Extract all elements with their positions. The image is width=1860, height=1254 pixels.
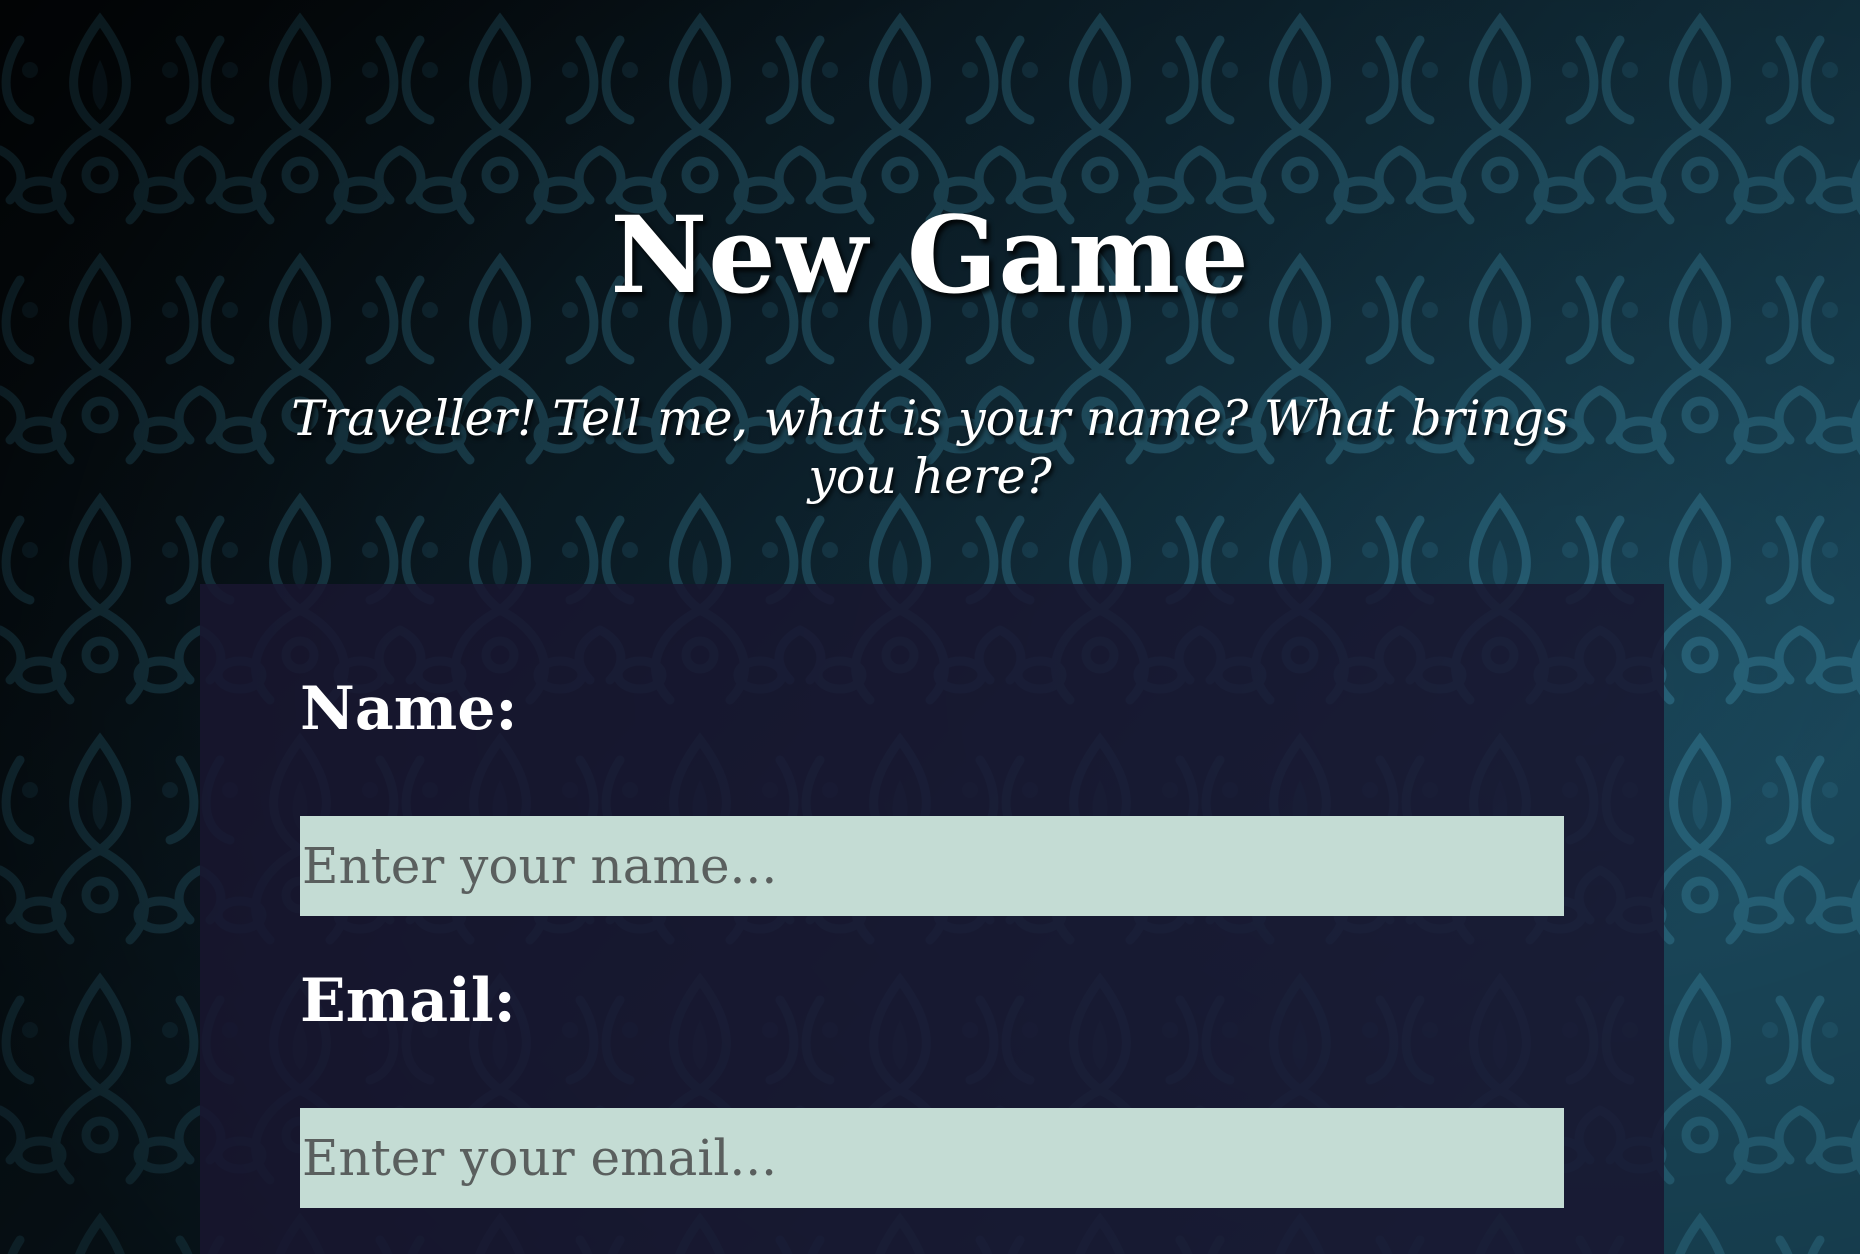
page-title: New Game bbox=[610, 192, 1250, 317]
email-label: Email: bbox=[300, 966, 516, 1036]
new-game-form-panel: Name: Email: bbox=[200, 584, 1664, 1254]
page-subtitle: Traveller! Tell me, what is your name? W… bbox=[291, 390, 1569, 505]
name-input[interactable] bbox=[300, 816, 1564, 916]
email-input[interactable] bbox=[300, 1108, 1564, 1208]
name-label: Name: bbox=[300, 674, 518, 744]
